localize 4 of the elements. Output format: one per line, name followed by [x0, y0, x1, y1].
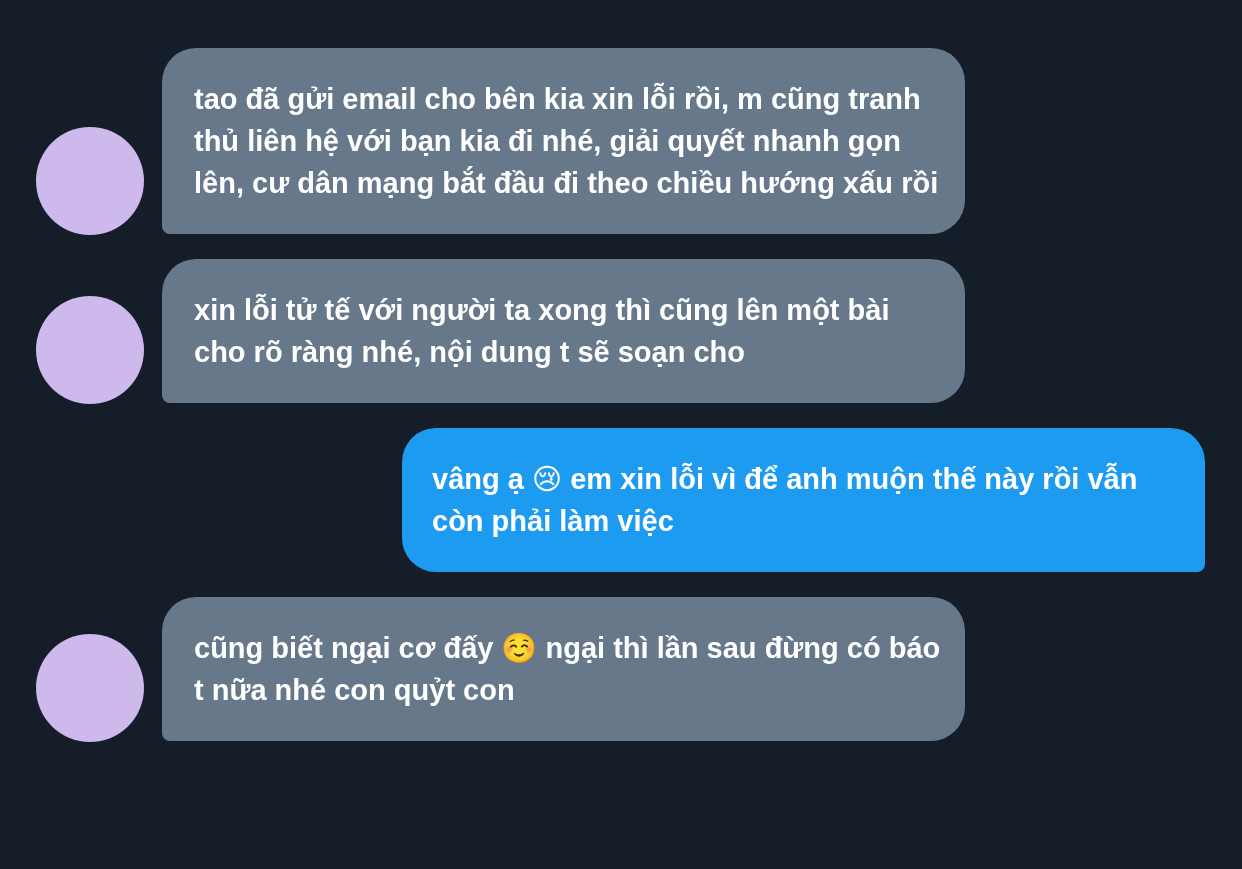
message-bubble: xin lỗi tử tế với người ta xong thì cũng lên một bài cho rõ ràng nhé, nội dung t sẽ soạn cho: [162, 259, 965, 403]
message-bubble: cũng biết ngại cơ đấy ☺ ngại thì lần sau đừng có báo t nữa nhé con quỷt con: [162, 597, 965, 741]
message-bubble: vâng ạ 😢 em xin lỗi vì để anh muộn thế này rồi vẫn còn phải làm việc: [402, 428, 1205, 572]
message-bubble: tao đã gửi email cho bên kia xin lỗi rồi, m cũng tranh thủ liên hệ với bạn kia đi nhé, giải quyết nhanh gọn lên, cư dân mạng bắt đầu đi theo chiều hướng xấu rồi: [162, 48, 965, 234]
